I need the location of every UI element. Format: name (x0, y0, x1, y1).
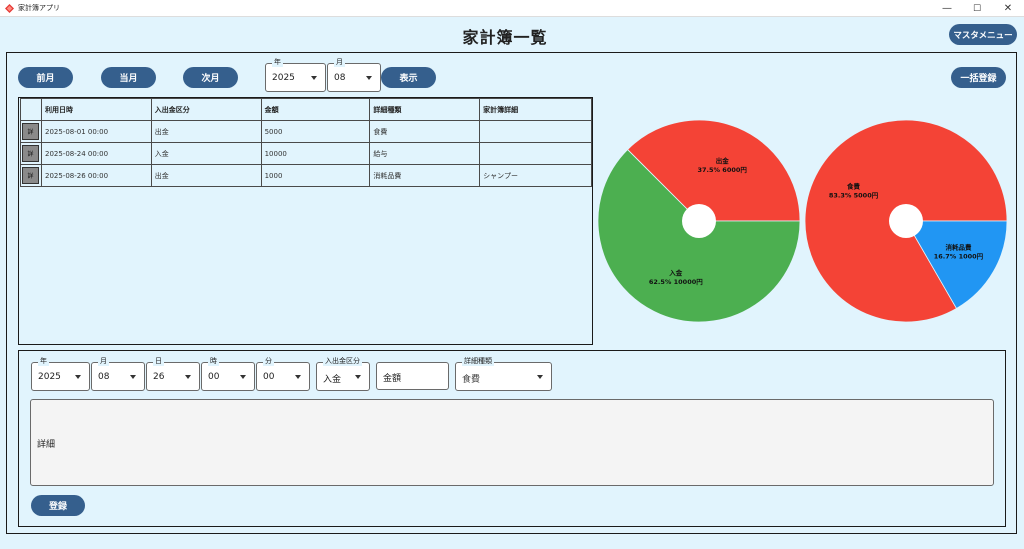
pie-slice-name-label: 食費 (846, 182, 861, 191)
app-icon (5, 4, 14, 13)
form-type-label: 入出金区分 (323, 356, 362, 366)
chevron-down-icon (75, 375, 81, 379)
cell-type: 入金 (150, 142, 262, 165)
form-day-select[interactable]: 日 26 (146, 356, 200, 391)
maximize-button[interactable]: ☐ (962, 0, 992, 17)
month-select-label: 月 (334, 57, 345, 67)
master-menu-button[interactable]: マスタメニュー (949, 24, 1017, 45)
form-month-value: 08 (98, 372, 110, 382)
form-category-label: 詳細種類 (462, 356, 494, 366)
form-year-select[interactable]: 年 2025 (31, 356, 90, 391)
form-day-value: 26 (153, 372, 165, 382)
cell-detail (479, 120, 592, 143)
form-year-label: 年 (38, 356, 49, 366)
form-hour-label: 時 (208, 356, 219, 366)
window-title: 家計簿アプリ (18, 4, 60, 12)
pie-slice-value-label: 62.5% 10000円 (649, 278, 703, 286)
pie-slice-value-label: 16.7% 1000円 (934, 252, 984, 260)
pie-slice-name-label: 入金 (668, 268, 683, 277)
column-header-date[interactable]: 利用日時 (40, 98, 152, 121)
cell-type: 出金 (150, 120, 262, 143)
page-title: 家計簿一覧 (462, 28, 548, 47)
prev-month-button[interactable]: 前月 (18, 67, 73, 88)
minimize-button[interactable]: — (932, 0, 962, 17)
chevron-down-icon (130, 375, 136, 379)
chevron-down-icon (366, 76, 372, 80)
form-minute-label: 分 (263, 356, 274, 366)
chevron-down-icon (240, 375, 246, 379)
cell-date: 2025-08-26 00:00 (40, 164, 152, 187)
cell-amount: 5000 (260, 120, 371, 143)
cell-detail: シャンプー (479, 164, 592, 187)
form-month-label: 月 (98, 356, 109, 366)
column-header-detail[interactable]: 家計簿詳細 (479, 98, 592, 121)
pie-center-hole (682, 204, 716, 238)
cell-amount: 10000 (260, 142, 371, 165)
this-month-button[interactable]: 当月 (101, 67, 156, 88)
row-detail-button[interactable]: 詳 (22, 145, 39, 162)
transaction-table: 利用日時 入出金区分 金額 詳細種類 家計簿詳細 詳 2025-08-01 00… (20, 98, 592, 187)
form-type-value: 入金 (323, 375, 342, 385)
form-type-select[interactable]: 入出金区分 入金 (316, 356, 370, 391)
cell-type: 出金 (150, 164, 262, 187)
form-hour-select[interactable]: 時 00 (201, 356, 255, 391)
pie-slice-value-label: 37.5% 6000円 (697, 166, 747, 174)
row-detail-button[interactable]: 詳 (22, 167, 39, 184)
form-year-value: 2025 (38, 372, 61, 382)
column-header-amount[interactable]: 金額 (260, 98, 371, 121)
bulk-register-button[interactable]: 一括登録 (951, 67, 1006, 88)
chevron-down-icon (311, 76, 317, 80)
row-detail-button[interactable]: 詳 (22, 123, 39, 140)
category-pie-chart: 食費83.3% 5000円消耗品費16.7% 1000円 (804, 119, 1008, 323)
cell-date: 2025-08-24 00:00 (40, 142, 152, 165)
year-select-value: 2025 (272, 73, 295, 83)
form-category-select[interactable]: 詳細種類 食費 (455, 356, 552, 391)
amount-input[interactable]: 金額 (376, 362, 449, 390)
chevron-down-icon (295, 375, 301, 379)
cell-category: 食費 (369, 120, 481, 143)
pie-slice-name-label: 消耗品費 (945, 242, 972, 251)
cell-date: 2025-08-01 00:00 (40, 120, 152, 143)
table-row[interactable]: 詳 2025-08-24 00:00 入金 10000 給与 (20, 142, 592, 165)
pie-center-hole (889, 204, 923, 238)
chevron-down-icon (537, 375, 543, 379)
table-header-row: 利用日時 入出金区分 金額 詳細種類 家計簿詳細 (20, 98, 592, 121)
column-header-category[interactable]: 詳細種類 (369, 98, 481, 121)
pie-slice-value-label: 83.3% 5000円 (829, 192, 879, 200)
close-button[interactable]: ✕ (993, 0, 1023, 17)
cell-category: 給与 (369, 142, 481, 165)
form-category-value: 食費 (462, 375, 481, 385)
year-select[interactable]: 年 2025 (265, 57, 326, 92)
chevron-down-icon (355, 375, 361, 379)
cell-category: 消耗品費 (369, 164, 481, 187)
detail-textarea[interactable]: 詳細 (30, 399, 994, 486)
year-select-label: 年 (272, 57, 283, 67)
form-minute-select[interactable]: 分 00 (256, 356, 310, 391)
form-hour-value: 00 (208, 372, 220, 382)
column-header-type[interactable]: 入出金区分 (150, 98, 262, 121)
pie-slice-name-label: 出金 (716, 156, 730, 165)
chevron-down-icon (185, 375, 191, 379)
window-titlebar: 家計簿アプリ — ☐ ✕ (0, 0, 1024, 17)
column-header-action (20, 98, 42, 121)
table-row[interactable]: 詳 2025-08-01 00:00 出金 5000 食費 (20, 120, 592, 143)
cell-detail (479, 142, 592, 165)
cell-amount: 1000 (260, 164, 371, 187)
table-row[interactable]: 詳 2025-08-26 00:00 出金 1000 消耗品費 シャンプー (20, 164, 592, 187)
month-select[interactable]: 月 08 (327, 57, 381, 92)
show-button[interactable]: 表示 (381, 67, 436, 88)
form-minute-value: 00 (263, 372, 275, 382)
form-day-label: 日 (153, 356, 164, 366)
detail-placeholder: 詳細 (37, 440, 56, 450)
amount-input-placeholder: 金額 (383, 374, 402, 384)
next-month-button[interactable]: 次月 (183, 67, 238, 88)
register-button[interactable]: 登録 (31, 495, 85, 516)
income-expense-pie-chart: 出金37.5% 6000円入金62.5% 10000円 (597, 119, 801, 323)
form-month-select[interactable]: 月 08 (91, 356, 145, 391)
month-select-value: 08 (334, 73, 346, 83)
